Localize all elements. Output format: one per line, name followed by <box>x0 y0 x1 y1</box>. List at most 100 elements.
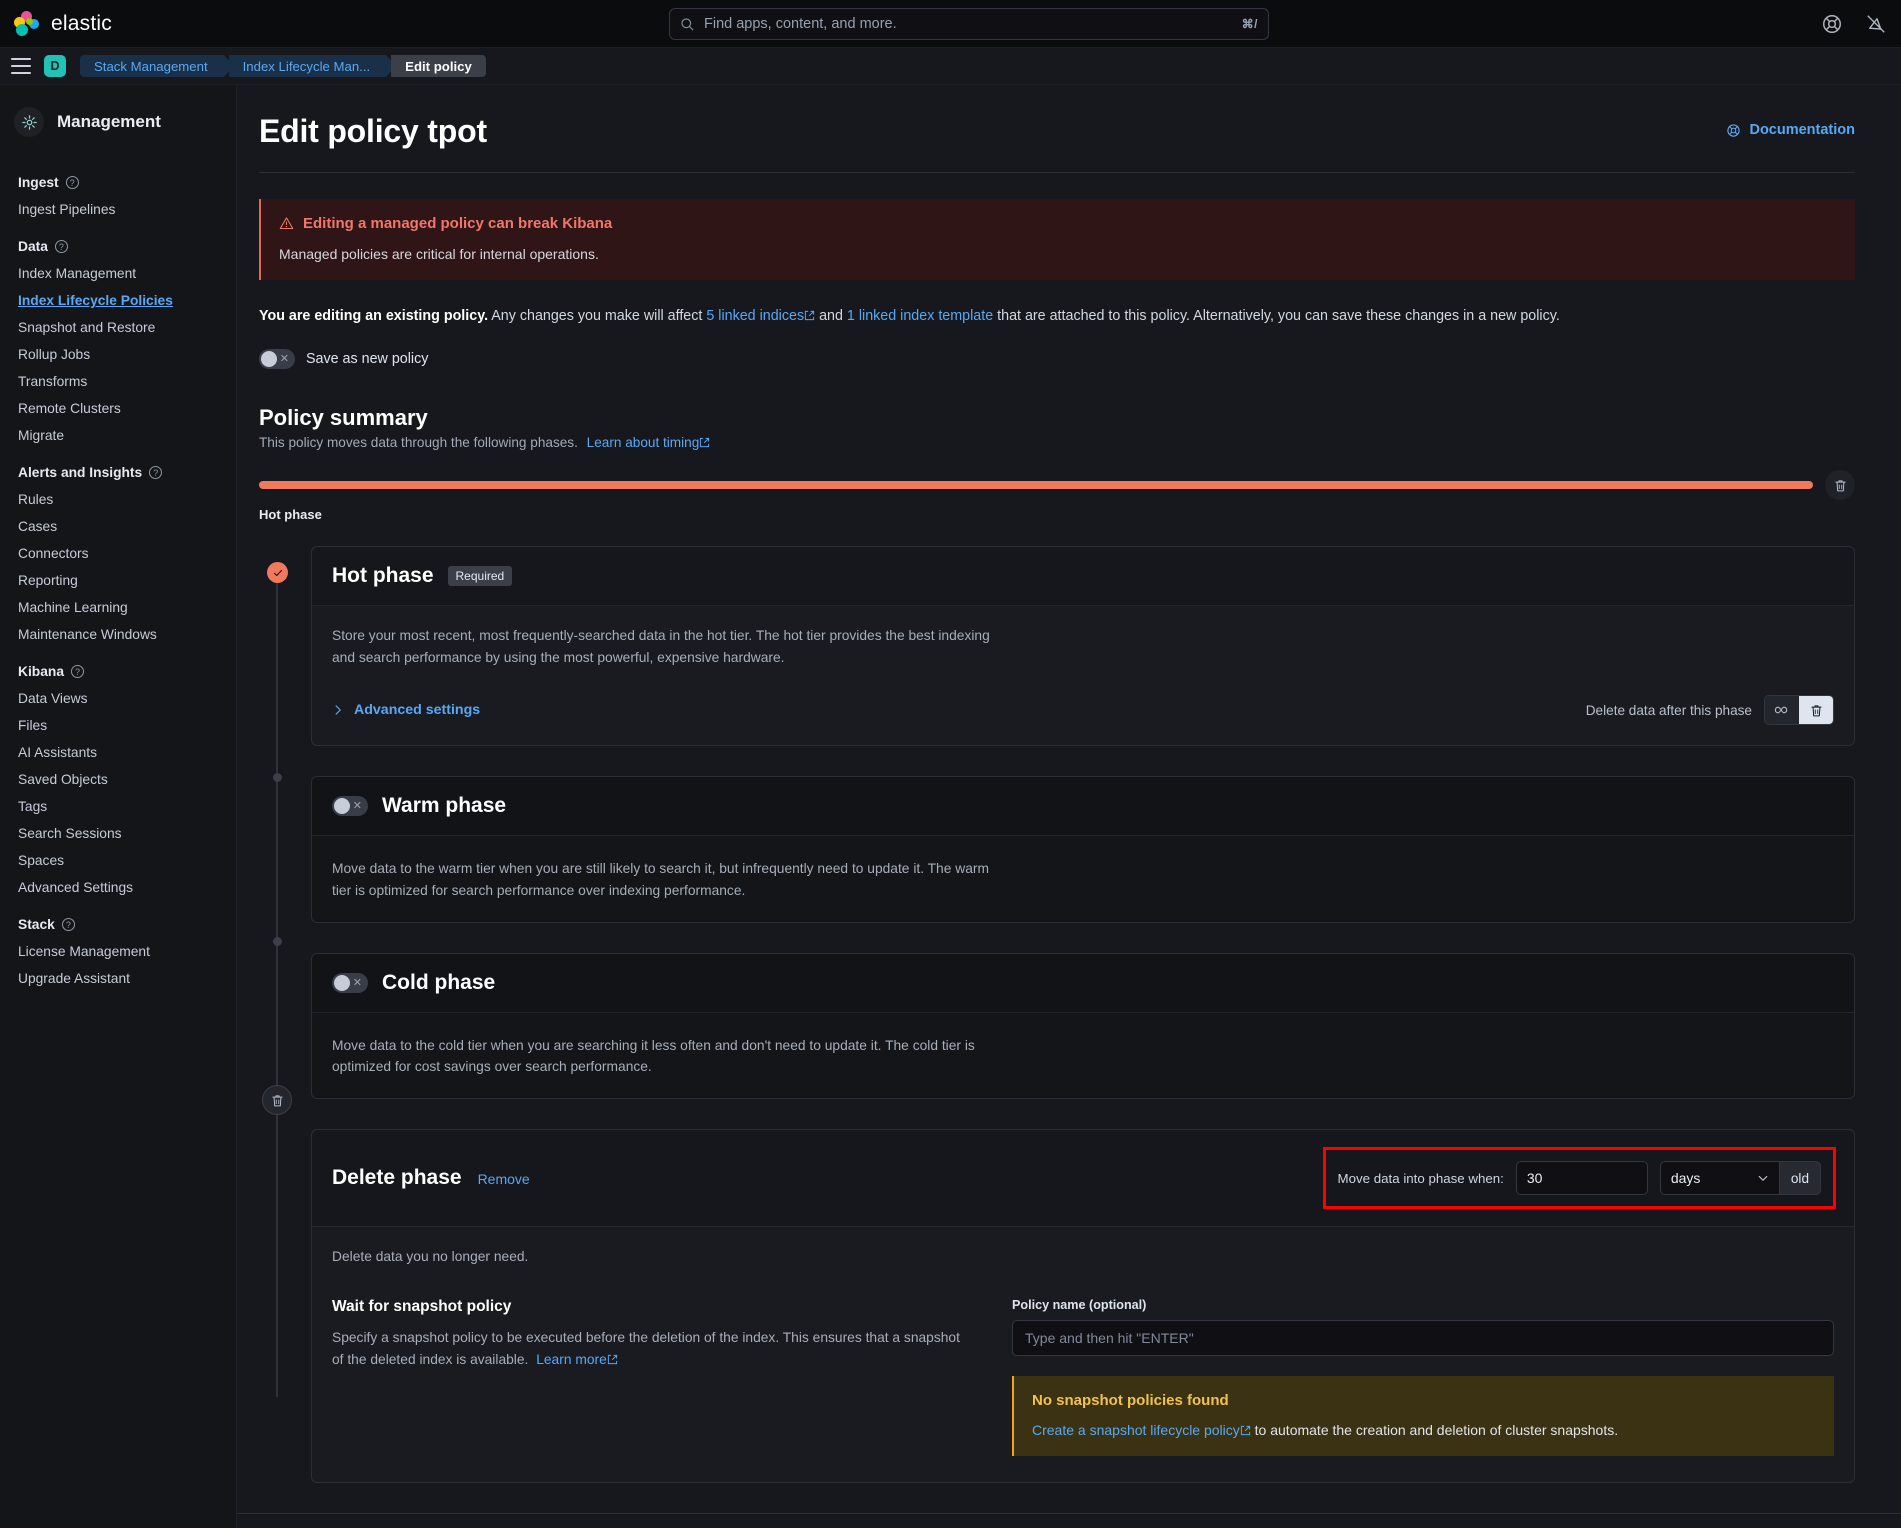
linked-index-template-link[interactable]: 1 linked index template <box>847 308 993 324</box>
hot-advanced-settings-label: Advanced settings <box>354 702 480 718</box>
external-link-icon <box>607 1354 618 1365</box>
retention-forever-option[interactable] <box>1765 696 1799 724</box>
hot-phase-body: Store your most recent, most frequently-… <box>312 606 1854 745</box>
warm-phase-toggle[interactable]: ✕ <box>332 796 368 816</box>
space-avatar[interactable]: D <box>44 55 66 77</box>
sidebar-item-advanced-settings[interactable]: Advanced Settings <box>0 874 236 901</box>
move-into-phase-value-input[interactable]: 30 <box>1516 1161 1648 1195</box>
move-into-phase-unit-group: days old <box>1660 1161 1821 1195</box>
move-into-phase-highlight-box: Move data into phase when: 30 days old <box>1323 1147 1836 1209</box>
phase-node-hot <box>267 562 288 583</box>
sidebar-item-spaces[interactable]: Spaces <box>0 847 236 874</box>
snapshot-policy-title: Wait for snapshot policy <box>332 1298 972 1316</box>
sidebar-item-machine-learning[interactable]: Machine Learning <box>0 594 236 621</box>
sidebar-group-data: Data ? <box>0 223 236 260</box>
sidebar-item-migrate[interactable]: Migrate <box>0 422 236 449</box>
no-snapshot-policies-body: Create a snapshot lifecycle policy to au… <box>1032 1422 1816 1438</box>
trash-icon <box>1809 703 1824 718</box>
sidebar-group-label: Alerts and Insights <box>18 465 142 480</box>
move-into-phase-unit-select[interactable]: days <box>1660 1161 1780 1195</box>
policy-summary-subtitle-text: This policy moves data through the follo… <box>259 435 578 450</box>
external-link-icon <box>1240 1425 1251 1436</box>
learn-about-timing-link[interactable]: Learn about timing <box>587 435 700 450</box>
delete-phase-remove-link[interactable]: Remove <box>478 1171 530 1187</box>
breadcrumb-item-edit-policy[interactable]: Edit policy <box>391 55 486 77</box>
snapshot-policy-description: Specify a snapshot policy to be executed… <box>332 1327 972 1371</box>
editing-notice-part1: Any changes you make will affect <box>488 308 706 324</box>
help-circle-icon[interactable]: ? <box>66 176 79 189</box>
megaphone-icon[interactable] <box>1865 13 1887 35</box>
delete-phase-title-row: Delete phase Remove <box>332 1166 530 1190</box>
hot-advanced-settings-toggle[interactable]: Advanced settings <box>332 702 480 718</box>
phase-node-warm <box>273 773 282 782</box>
sidebar-item-ai-assistants[interactable]: AI Assistants <box>0 739 236 766</box>
hot-delete-after-label: Delete data after this phase <box>1586 703 1752 718</box>
toggle-off-icon: ✕ <box>353 799 362 812</box>
sidebar-item-rules[interactable]: Rules <box>0 486 236 513</box>
header-actions <box>1821 0 1887 48</box>
external-link-icon <box>804 310 815 321</box>
external-link-icon <box>699 437 710 448</box>
retention-delete-option[interactable] <box>1799 696 1833 724</box>
documentation-link[interactable]: Documentation <box>1726 122 1855 138</box>
sidebar-item-rollup-jobs[interactable]: Rollup Jobs <box>0 341 236 368</box>
save-as-new-policy-toggle[interactable]: ✕ <box>259 349 295 369</box>
callout-title: Editing a managed policy can break Kiban… <box>303 215 612 232</box>
brand-label: elastic <box>51 12 112 36</box>
search-shortcut-badge: ⌘/ <box>1242 17 1258 31</box>
sidebar-item-upgrade-assistant[interactable]: Upgrade Assistant <box>0 965 236 992</box>
hot-phase-title: Hot phase <box>332 564 434 588</box>
sidebar-item-connectors[interactable]: Connectors <box>0 540 236 567</box>
sidebar-item-remote-clusters[interactable]: Remote Clusters <box>0 395 236 422</box>
timeline-hot-phase-label: Hot phase <box>259 507 1855 522</box>
global-search-input[interactable]: Find apps, content, and more. ⌘/ <box>669 8 1269 40</box>
breadcrumb-item-stack-management[interactable]: Stack Management <box>80 55 224 77</box>
sidebar-item-transforms[interactable]: Transforms <box>0 368 236 395</box>
cold-phase-toggle[interactable]: ✕ <box>332 973 368 993</box>
header-divider <box>259 172 1855 173</box>
managed-policy-warning-callout: Editing a managed policy can break Kiban… <box>259 199 1855 280</box>
infinity-icon <box>1773 704 1792 716</box>
save-as-new-policy-row: ✕ Save as new policy <box>259 349 1855 369</box>
sidebar-item-cases[interactable]: Cases <box>0 513 236 540</box>
sidebar-item-data-views[interactable]: Data Views <box>0 685 236 712</box>
snapshot-policy-name-input[interactable]: Type and then hit "ENTER" <box>1012 1320 1834 1356</box>
menu-toggle-button[interactable] <box>8 53 34 79</box>
sidebar-item-ingest-pipelines[interactable]: Ingest Pipelines <box>0 196 236 223</box>
sidebar-item-index-lifecycle-policies[interactable]: Index Lifecycle Policies <box>0 287 236 314</box>
timeline-delete-button[interactable] <box>1825 470 1855 500</box>
breadcrumb-item-index-lifecycle-management[interactable]: Index Lifecycle Man... <box>229 55 387 77</box>
sidebar-item-license-management[interactable]: License Management <box>0 938 236 965</box>
create-snapshot-lifecycle-policy-link[interactable]: Create a snapshot lifecycle policy <box>1032 1422 1240 1438</box>
help-circle-icon[interactable]: ? <box>62 918 75 931</box>
elastic-brand[interactable]: elastic <box>0 11 112 37</box>
snapshot-policy-field-area: Policy name (optional) Type and then hit… <box>1012 1298 1834 1456</box>
policy-timeline <box>259 470 1855 500</box>
global-header: elastic Find apps, content, and more. ⌘/ <box>0 0 1901 48</box>
callout-body: Managed policies are critical for intern… <box>279 246 1837 262</box>
no-snapshot-policies-warning: No snapshot policies found Create a snap… <box>1012 1376 1834 1456</box>
help-circle-icon[interactable]: ? <box>149 466 162 479</box>
move-into-phase-unit-value: days <box>1671 1170 1701 1186</box>
management-sidebar: Management Ingest ? Ingest Pipelines Dat… <box>0 85 237 1528</box>
sidebar-item-reporting[interactable]: Reporting <box>0 567 236 594</box>
linked-indices-link[interactable]: 5 linked indices <box>706 308 804 324</box>
policy-summary-subtitle: This policy moves data through the follo… <box>259 435 1855 450</box>
sidebar-item-snapshot-and-restore[interactable]: Snapshot and Restore <box>0 314 236 341</box>
sidebar-item-saved-objects[interactable]: Saved Objects <box>0 766 236 793</box>
sidebar-item-search-sessions[interactable]: Search Sessions <box>0 820 236 847</box>
no-snapshot-policies-rest: to automate the creation and deletion of… <box>1251 1422 1618 1438</box>
sidebar-item-maintenance-windows[interactable]: Maintenance Windows <box>0 621 236 648</box>
sidebar-item-tags[interactable]: Tags <box>0 793 236 820</box>
help-circle-icon[interactable]: ? <box>71 665 84 678</box>
help-circle-icon[interactable]: ? <box>55 240 68 253</box>
help-lifebuoy-icon[interactable] <box>1821 13 1843 35</box>
sidebar-group-label: Ingest <box>18 175 59 190</box>
gear-icon <box>14 107 44 137</box>
warm-phase-header: ✕ Warm phase <box>312 777 1854 836</box>
sidebar-item-index-management[interactable]: Index Management <box>0 260 236 287</box>
move-into-phase-suffix: old <box>1780 1161 1821 1195</box>
snapshot-learn-more-link[interactable]: Learn more <box>536 1352 607 1367</box>
cold-phase-panel: ✕ Cold phase Move data to the cold tier … <box>311 953 1855 1100</box>
sidebar-item-files[interactable]: Files <box>0 712 236 739</box>
